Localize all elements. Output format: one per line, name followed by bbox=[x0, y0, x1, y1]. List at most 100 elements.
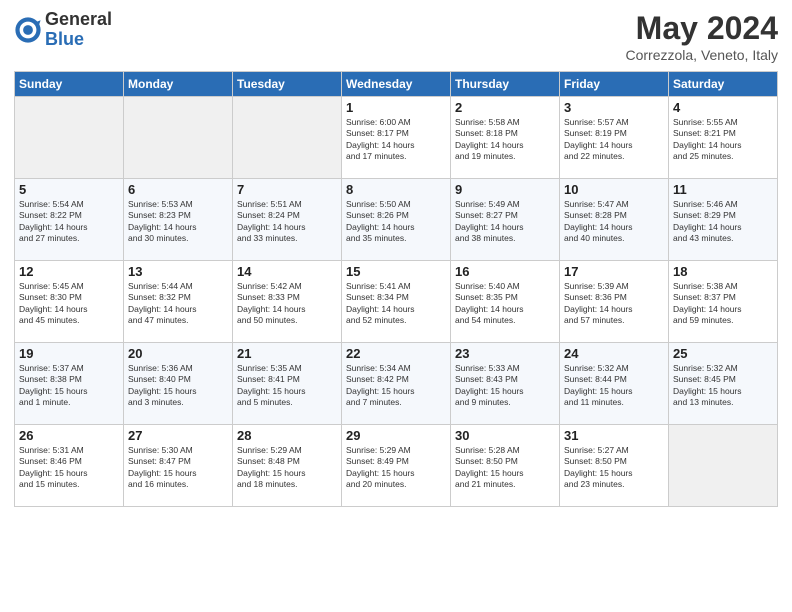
calendar-cell bbox=[669, 425, 778, 507]
day-number: 15 bbox=[346, 264, 446, 279]
calendar-cell: 24Sunrise: 5:32 AM Sunset: 8:44 PM Dayli… bbox=[560, 343, 669, 425]
logo-blue: Blue bbox=[45, 29, 84, 49]
day-info: Sunrise: 5:54 AM Sunset: 8:22 PM Dayligh… bbox=[19, 199, 119, 245]
logo-general: General bbox=[45, 9, 112, 29]
day-info: Sunrise: 5:31 AM Sunset: 8:46 PM Dayligh… bbox=[19, 445, 119, 491]
day-info: Sunrise: 5:37 AM Sunset: 8:38 PM Dayligh… bbox=[19, 363, 119, 409]
day-number: 3 bbox=[564, 100, 664, 115]
day-info: Sunrise: 5:53 AM Sunset: 8:23 PM Dayligh… bbox=[128, 199, 228, 245]
day-number: 13 bbox=[128, 264, 228, 279]
calendar-cell: 26 Sunrise: 5:31 AM Sunset: 8:46 PM Dayli… bbox=[15, 425, 124, 507]
day-info: Sunrise: 5:35 AM Sunset: 8:41 PM Dayligh… bbox=[237, 363, 337, 409]
calendar-table: SundayMondayTuesdayWednesdayThursdayFrid… bbox=[14, 71, 778, 507]
calendar-cell: 9Sunrise: 5:49 AM Sunset: 8:27 PM Daylig… bbox=[451, 179, 560, 261]
day-info: Sunrise: 5:33 AM Sunset: 8:43 PM Dayligh… bbox=[455, 363, 555, 409]
day-info: Sunrise: 5:30 AM Sunset: 8:47 PM Dayligh… bbox=[128, 445, 228, 491]
header: General Blue May 2024 Correzzola, Veneto… bbox=[14, 10, 778, 63]
calendar-cell: 18 Sunrise: 5:38 AM Sunset: 8:37 PM Dayli… bbox=[669, 261, 778, 343]
day-number: 14 bbox=[237, 264, 337, 279]
day-info: Sunrise: 5:51 AM Sunset: 8:24 PM Dayligh… bbox=[237, 199, 337, 245]
day-number: 26 bbox=[19, 428, 119, 443]
calendar-week-row: 12 Sunrise: 5:45 AM Sunset: 8:30 PM Dayli… bbox=[15, 261, 778, 343]
weekday-header-row: SundayMondayTuesdayWednesdayThursdayFrid… bbox=[15, 72, 778, 97]
day-number: 18 bbox=[673, 264, 773, 279]
calendar-cell: 14 Sunrise: 5:42 AM Sunset: 8:33 PM Dayli… bbox=[233, 261, 342, 343]
weekday-header: Saturday bbox=[669, 72, 778, 97]
weekday-header: Tuesday bbox=[233, 72, 342, 97]
calendar-cell: 1 Sunrise: 6:00 AM Sunset: 8:17 PM Daylig… bbox=[342, 97, 451, 179]
day-info: Sunrise: 5:38 AM Sunset: 8:37 PM Dayligh… bbox=[673, 281, 773, 327]
day-number: 5 bbox=[19, 182, 119, 197]
calendar-cell: 7 Sunrise: 5:51 AM Sunset: 8:24 PM Daylig… bbox=[233, 179, 342, 261]
calendar-cell: 15 Sunrise: 5:41 AM Sunset: 8:34 PM Dayli… bbox=[342, 261, 451, 343]
day-info: Sunrise: 5:44 AM Sunset: 8:32 PM Dayligh… bbox=[128, 281, 228, 327]
calendar-cell: 8Sunrise: 5:50 AM Sunset: 8:26 PM Daylig… bbox=[342, 179, 451, 261]
calendar-cell: 29 Sunrise: 5:29 AM Sunset: 8:49 PM Dayli… bbox=[342, 425, 451, 507]
calendar-cell: 25Sunrise: 5:32 AM Sunset: 8:45 PM Dayli… bbox=[669, 343, 778, 425]
day-number: 16 bbox=[455, 264, 555, 279]
calendar-cell: 11Sunrise: 5:46 AM Sunset: 8:29 PM Dayli… bbox=[669, 179, 778, 261]
day-info: Sunrise: 5:29 AM Sunset: 8:49 PM Dayligh… bbox=[346, 445, 446, 491]
day-info: Sunrise: 5:45 AM Sunset: 8:30 PM Dayligh… bbox=[19, 281, 119, 327]
day-info: Sunrise: 5:55 AM Sunset: 8:21 PM Dayligh… bbox=[673, 117, 773, 163]
day-info: Sunrise: 5:50 AM Sunset: 8:26 PM Dayligh… bbox=[346, 199, 446, 245]
day-info: Sunrise: 5:41 AM Sunset: 8:34 PM Dayligh… bbox=[346, 281, 446, 327]
day-number: 12 bbox=[19, 264, 119, 279]
day-info: Sunrise: 5:58 AM Sunset: 8:18 PM Dayligh… bbox=[455, 117, 555, 163]
day-number: 1 bbox=[346, 100, 446, 115]
calendar-cell: 31 Sunrise: 5:27 AM Sunset: 8:50 PM Dayli… bbox=[560, 425, 669, 507]
calendar-cell: 10Sunrise: 5:47 AM Sunset: 8:28 PM Dayli… bbox=[560, 179, 669, 261]
calendar-cell: 2 Sunrise: 5:58 AM Sunset: 8:18 PM Daylig… bbox=[451, 97, 560, 179]
calendar-cell: 4 Sunrise: 5:55 AM Sunset: 8:21 PM Daylig… bbox=[669, 97, 778, 179]
calendar-cell: 17 Sunrise: 5:39 AM Sunset: 8:36 PM Dayli… bbox=[560, 261, 669, 343]
weekday-header: Sunday bbox=[15, 72, 124, 97]
calendar-cell: 16 Sunrise: 5:40 AM Sunset: 8:35 PM Dayli… bbox=[451, 261, 560, 343]
day-number: 22 bbox=[346, 346, 446, 361]
day-number: 21 bbox=[237, 346, 337, 361]
day-number: 19 bbox=[19, 346, 119, 361]
day-number: 23 bbox=[455, 346, 555, 361]
calendar-cell bbox=[233, 97, 342, 179]
calendar-cell: 20 Sunrise: 5:36 AM Sunset: 8:40 PM Dayli… bbox=[124, 343, 233, 425]
logo-icon bbox=[14, 16, 42, 44]
day-number: 20 bbox=[128, 346, 228, 361]
logo-text: General Blue bbox=[45, 10, 112, 50]
calendar-cell: 23 Sunrise: 5:33 AM Sunset: 8:43 PM Dayli… bbox=[451, 343, 560, 425]
calendar-week-row: 19 Sunrise: 5:37 AM Sunset: 8:38 PM Dayli… bbox=[15, 343, 778, 425]
day-info: Sunrise: 5:28 AM Sunset: 8:50 PM Dayligh… bbox=[455, 445, 555, 491]
calendar-cell: 30Sunrise: 5:28 AM Sunset: 8:50 PM Dayli… bbox=[451, 425, 560, 507]
day-number: 2 bbox=[455, 100, 555, 115]
day-number: 27 bbox=[128, 428, 228, 443]
day-info: Sunrise: 5:27 AM Sunset: 8:50 PM Dayligh… bbox=[564, 445, 664, 491]
day-info: Sunrise: 5:42 AM Sunset: 8:33 PM Dayligh… bbox=[237, 281, 337, 327]
calendar-cell bbox=[124, 97, 233, 179]
day-number: 6 bbox=[128, 182, 228, 197]
day-number: 17 bbox=[564, 264, 664, 279]
calendar-cell: 3Sunrise: 5:57 AM Sunset: 8:19 PM Daylig… bbox=[560, 97, 669, 179]
day-info: Sunrise: 5:46 AM Sunset: 8:29 PM Dayligh… bbox=[673, 199, 773, 245]
day-number: 7 bbox=[237, 182, 337, 197]
day-info: Sunrise: 5:47 AM Sunset: 8:28 PM Dayligh… bbox=[564, 199, 664, 245]
day-info: Sunrise: 5:39 AM Sunset: 8:36 PM Dayligh… bbox=[564, 281, 664, 327]
day-info: Sunrise: 5:32 AM Sunset: 8:44 PM Dayligh… bbox=[564, 363, 664, 409]
calendar-week-row: 5 Sunrise: 5:54 AM Sunset: 8:22 PM Daylig… bbox=[15, 179, 778, 261]
calendar-cell bbox=[15, 97, 124, 179]
day-info: Sunrise: 5:36 AM Sunset: 8:40 PM Dayligh… bbox=[128, 363, 228, 409]
day-number: 29 bbox=[346, 428, 446, 443]
day-info: Sunrise: 5:34 AM Sunset: 8:42 PM Dayligh… bbox=[346, 363, 446, 409]
calendar-cell: 28Sunrise: 5:29 AM Sunset: 8:48 PM Dayli… bbox=[233, 425, 342, 507]
page: General Blue May 2024 Correzzola, Veneto… bbox=[0, 0, 792, 517]
calendar-week-row: 26 Sunrise: 5:31 AM Sunset: 8:46 PM Dayli… bbox=[15, 425, 778, 507]
day-number: 4 bbox=[673, 100, 773, 115]
logo: General Blue bbox=[14, 10, 112, 50]
calendar-cell: 27 Sunrise: 5:30 AM Sunset: 8:47 PM Dayli… bbox=[124, 425, 233, 507]
calendar-cell: 19 Sunrise: 5:37 AM Sunset: 8:38 PM Dayli… bbox=[15, 343, 124, 425]
month-title: May 2024 bbox=[625, 10, 778, 47]
day-info: Sunrise: 6:00 AM Sunset: 8:17 PM Dayligh… bbox=[346, 117, 446, 163]
day-info: Sunrise: 5:40 AM Sunset: 8:35 PM Dayligh… bbox=[455, 281, 555, 327]
day-number: 31 bbox=[564, 428, 664, 443]
day-info: Sunrise: 5:49 AM Sunset: 8:27 PM Dayligh… bbox=[455, 199, 555, 245]
day-info: Sunrise: 5:32 AM Sunset: 8:45 PM Dayligh… bbox=[673, 363, 773, 409]
calendar-week-row: 1 Sunrise: 6:00 AM Sunset: 8:17 PM Daylig… bbox=[15, 97, 778, 179]
weekday-header: Wednesday bbox=[342, 72, 451, 97]
